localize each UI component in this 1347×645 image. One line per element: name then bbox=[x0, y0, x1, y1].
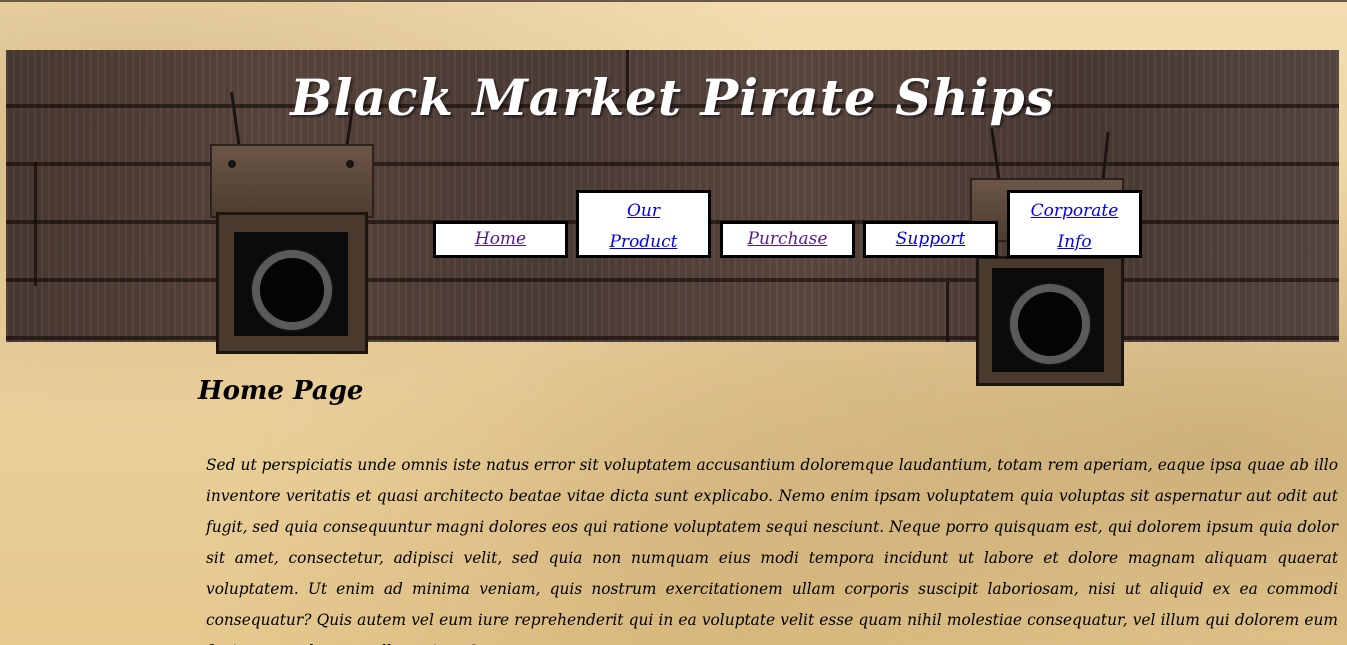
nav-item-corporate-info[interactable]: Corporate Info bbox=[1007, 190, 1142, 258]
page-title: Home Page bbox=[198, 376, 364, 406]
cannon-muzzle-icon bbox=[1010, 284, 1090, 364]
rope bbox=[990, 128, 1001, 182]
nav-link-support[interactable]: Support bbox=[896, 229, 966, 249]
bolt bbox=[228, 160, 236, 168]
window-top-border bbox=[0, 0, 1347, 2]
nav-link-corporate-info[interactable]: Corporate Info bbox=[1030, 196, 1120, 258]
plank-seam bbox=[34, 162, 37, 286]
nav-item-our-product[interactable]: Our Product bbox=[576, 190, 711, 258]
nav-link-our-product[interactable]: Our Product bbox=[609, 196, 679, 258]
nav-link-purchase[interactable]: Purchase bbox=[748, 229, 828, 249]
bolt bbox=[346, 160, 354, 168]
plank-seam bbox=[946, 282, 949, 342]
nav-item-support[interactable]: Support bbox=[863, 221, 998, 258]
cannon-port-icon bbox=[210, 92, 375, 354]
site-title: Black Market Pirate Ships bbox=[290, 68, 1055, 127]
cannon-muzzle-icon bbox=[252, 250, 332, 330]
nav-item-home[interactable]: Home bbox=[433, 221, 568, 258]
nav-item-purchase[interactable]: Purchase bbox=[720, 221, 855, 258]
rope bbox=[230, 92, 241, 148]
rope bbox=[1101, 131, 1110, 183]
hatch-lid bbox=[210, 144, 374, 218]
nav-link-home[interactable]: Home bbox=[475, 229, 526, 249]
body-paragraph: Sed ut perspiciatis unde omnis iste natu… bbox=[206, 456, 1338, 645]
